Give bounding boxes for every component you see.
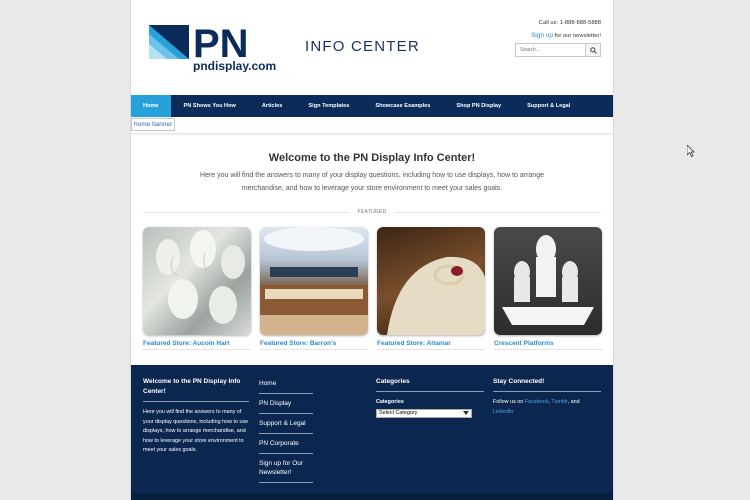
ring-display-image[interactable]	[377, 227, 485, 335]
footer-rule	[493, 391, 601, 392]
featured-divider: FEATURED	[143, 208, 601, 216]
home-banner-image[interactable]: home banner	[131, 118, 176, 131]
mouse-cursor-icon	[687, 145, 695, 157]
nav-sign-templates[interactable]: Sign Templates	[295, 95, 362, 117]
tumblr-link[interactable]: Tumblr	[551, 399, 567, 405]
nav-pn-shows-you-how[interactable]: PN Shows You How	[171, 95, 249, 117]
footer-connect: Stay Connected! Follow us on Facebook, T…	[493, 377, 601, 417]
nav-shop-pn-display[interactable]: Shop PN Display	[443, 95, 514, 117]
footer-link-home[interactable]: Home	[259, 379, 313, 394]
nav-articles[interactable]: Articles	[249, 95, 296, 117]
nav-showcase-examples[interactable]: Showcase Examples	[362, 95, 443, 117]
nav-support-legal[interactable]: Support & Legal	[514, 95, 583, 117]
category-select[interactable]: Select Category	[376, 408, 472, 418]
categories-label: Categories	[376, 399, 404, 405]
footer-about-text: Here you will find the answers to many o…	[143, 409, 249, 453]
call-us-text: Call us: 1-888-888-5888	[538, 20, 601, 26]
site-footer: Welcome to the PN Display Info Center! H…	[131, 365, 613, 493]
category-select-value: Select Category	[379, 410, 418, 416]
footer-about-title: Welcome to the PN Display Info Center!	[143, 378, 241, 395]
logo-graphic: PN pndisplay.com	[149, 22, 276, 73]
logo-subtext: pndisplay.com	[193, 59, 276, 72]
footer-rule	[143, 401, 249, 402]
follow-us-text: Follow us on Facebook, Tumblr, and Linke…	[493, 398, 601, 417]
footer-link-newsletter[interactable]: Sign up for Our Newsletter!	[259, 459, 313, 483]
footer-categories: Categories Categories Select Category	[376, 377, 484, 418]
welcome-text: Here you will find the answers to many o…	[200, 172, 544, 192]
site-header: PN pndisplay.com INFO CENTER Call us: 1-…	[131, 0, 613, 95]
white-displays-image[interactable]	[494, 227, 602, 335]
chevron-down-icon	[463, 411, 469, 415]
newsletter-signup: Sign up for our newsletter!	[531, 32, 601, 39]
featured-cards: Featured Store: Aucoin Hart Featured Sto…	[143, 227, 603, 353]
stay-connected-title: Stay Connected!	[493, 378, 545, 385]
search-input[interactable]	[516, 44, 585, 56]
card-label[interactable]: Featured Store: Aucoin Hart	[143, 340, 251, 350]
pn-display-logo[interactable]: PN pndisplay.com	[149, 22, 277, 73]
featured-card-barrons[interactable]: Featured Store: Barron's	[260, 227, 368, 350]
card-label[interactable]: Crescent Platforms	[494, 340, 602, 350]
footer-link-pn-corporate[interactable]: PN Corporate	[259, 439, 313, 454]
footer-rule	[376, 391, 484, 392]
welcome-heading: Welcome to the PN Display Info Center!	[268, 152, 476, 164]
featured-line-right	[396, 212, 601, 213]
search-form	[515, 43, 601, 57]
card-label[interactable]: Featured Store: Altamar	[377, 340, 485, 350]
linkedin-link[interactable]: LinkedIn	[493, 409, 513, 415]
footer-link-support-legal[interactable]: Support & Legal	[259, 419, 313, 434]
featured-card-altamar[interactable]: Featured Store: Altamar	[377, 227, 485, 350]
main-nav: Home PN Shows You How Articles Sign Temp…	[131, 95, 613, 117]
follow-sep: , and	[567, 399, 580, 405]
footer-link-pn-display[interactable]: PN Display	[259, 399, 313, 414]
store-interior-image[interactable]	[260, 227, 368, 335]
follow-prefix: Follow us on	[493, 399, 525, 405]
featured-card-crescent-platforms[interactable]: Crescent Platforms	[494, 227, 602, 350]
jewelry-busts-image[interactable]	[143, 227, 251, 335]
copyright-bar	[131, 493, 613, 500]
nav-home[interactable]: Home	[131, 95, 171, 117]
site-title: INFO CENTER	[305, 38, 420, 55]
divider	[131, 133, 613, 136]
facebook-link[interactable]: Facebook	[525, 399, 549, 405]
signup-link[interactable]: Sign up	[531, 32, 553, 39]
signup-text: for our newsletter!	[552, 33, 601, 39]
search-icon	[589, 46, 597, 54]
page-container: PN pndisplay.com INFO CENTER Call us: 1-…	[130, 0, 614, 500]
footer-links: Home PN Display Support & Legal PN Corpo…	[259, 379, 313, 488]
search-button[interactable]	[585, 44, 600, 56]
card-label[interactable]: Featured Store: Barron's	[260, 340, 368, 350]
categories-title: Categories	[376, 378, 410, 385]
footer-about: Welcome to the PN Display Info Center! H…	[143, 377, 249, 456]
featured-card-aucoin-hart[interactable]: Featured Store: Aucoin Hart	[143, 227, 251, 350]
